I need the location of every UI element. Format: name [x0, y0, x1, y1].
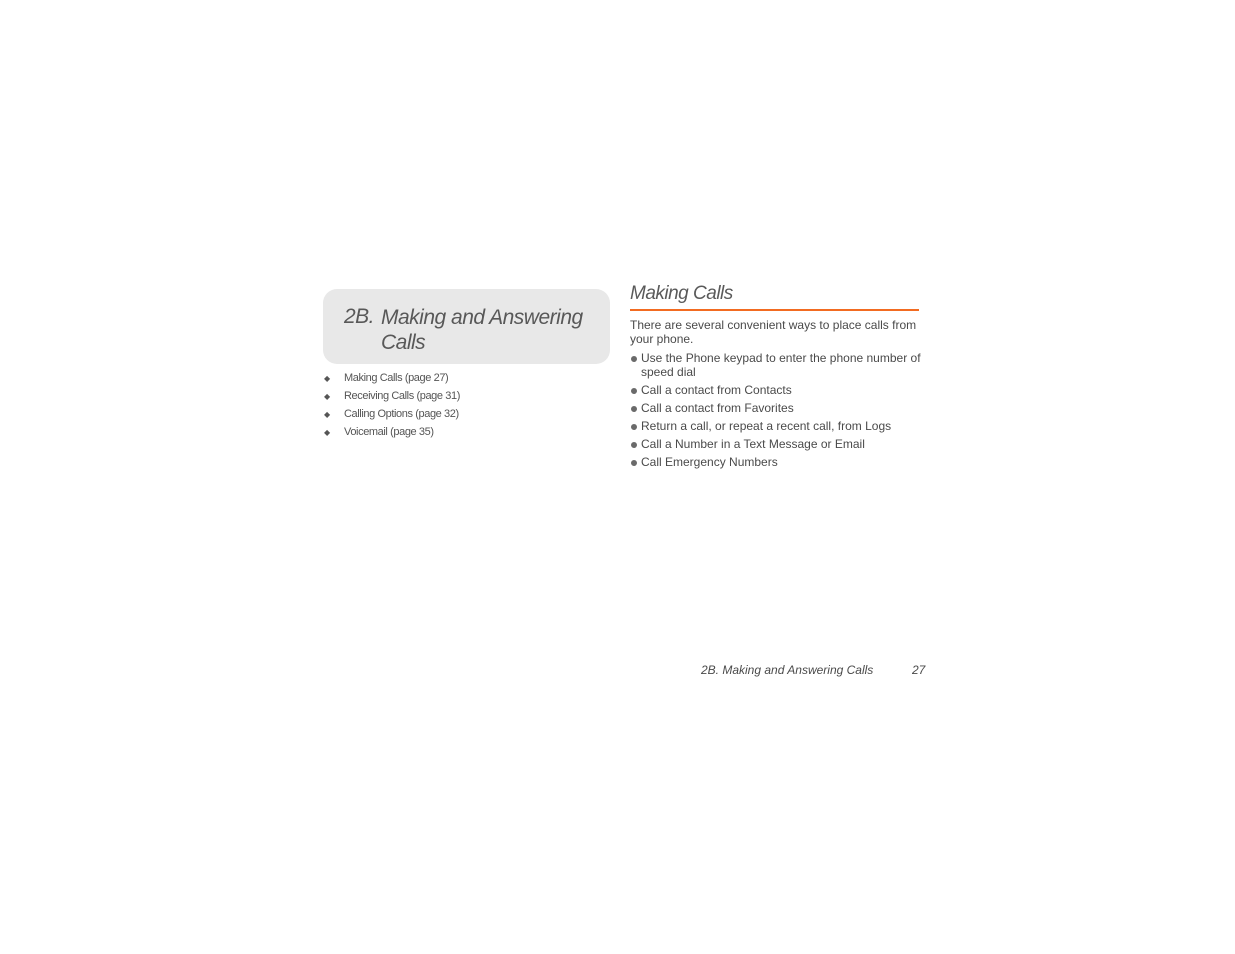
toc-item[interactable]: ◆ Making Calls (page 27) [323, 369, 460, 387]
toc-item-label[interactable]: Voicemail (page 35) [344, 426, 434, 438]
bullet-dot-icon [630, 437, 641, 451]
chapter-number: 2B. [344, 305, 375, 328]
chapter-header-box: 2B. Making and Answering Calls [323, 289, 610, 364]
bullet-dot-icon [630, 383, 641, 397]
diamond-bullet-icon: ◆ [324, 391, 330, 401]
list-item-text: Call a contact from Contacts [641, 383, 792, 397]
bullet-dot-icon [630, 351, 641, 379]
section-intro: There are several convenient ways to pla… [630, 318, 917, 346]
list-item: Call a Number in a Text Message or Email [630, 437, 922, 451]
toc-item-label[interactable]: Receiving Calls (page 31) [344, 390, 460, 402]
diamond-bullet-icon: ◆ [324, 373, 330, 383]
toc-item-label[interactable]: Calling Options (page 32) [344, 408, 459, 420]
list-item-text: Return a call, or repeat a recent call, … [641, 419, 892, 433]
chapter-contents-list: ◆ Making Calls (page 27) ◆ Receiving Cal… [323, 369, 460, 441]
diamond-bullet-icon: ◆ [324, 427, 330, 437]
chapter-title: Making and Answering Calls [381, 306, 583, 354]
footer-chapter-title: 2B. Making and Answering Calls [701, 663, 874, 677]
list-item-text: Use the Phone keypad to enter the phone … [641, 351, 921, 379]
section-title: Making Calls [630, 283, 733, 304]
ways-to-call-list: Use the Phone keypad to enter the phone … [630, 351, 922, 473]
bullet-dot-icon [630, 419, 641, 433]
toc-item-label[interactable]: Making Calls (page 27) [344, 372, 449, 384]
section-divider [630, 309, 919, 311]
page-number: 27 [912, 663, 926, 677]
list-item: Call Emergency Numbers [630, 455, 922, 469]
list-item: Use the Phone keypad to enter the phone … [630, 351, 922, 379]
list-item-text: Call Emergency Numbers [641, 455, 778, 469]
list-item: Return a call, or repeat a recent call, … [630, 419, 922, 433]
list-item-text: Call a contact from Favorites [641, 401, 794, 415]
list-item: Call a contact from Favorites [630, 401, 922, 415]
toc-item[interactable]: ◆ Calling Options (page 32) [323, 405, 460, 423]
bullet-dot-icon [630, 455, 641, 469]
toc-item[interactable]: ◆ Voicemail (page 35) [323, 423, 460, 441]
list-item-text: Call a Number in a Text Message or Email [641, 437, 865, 451]
list-item: Call a contact from Contacts [630, 383, 922, 397]
toc-item[interactable]: ◆ Receiving Calls (page 31) [323, 387, 460, 405]
bullet-dot-icon [630, 401, 641, 415]
diamond-bullet-icon: ◆ [324, 409, 330, 419]
